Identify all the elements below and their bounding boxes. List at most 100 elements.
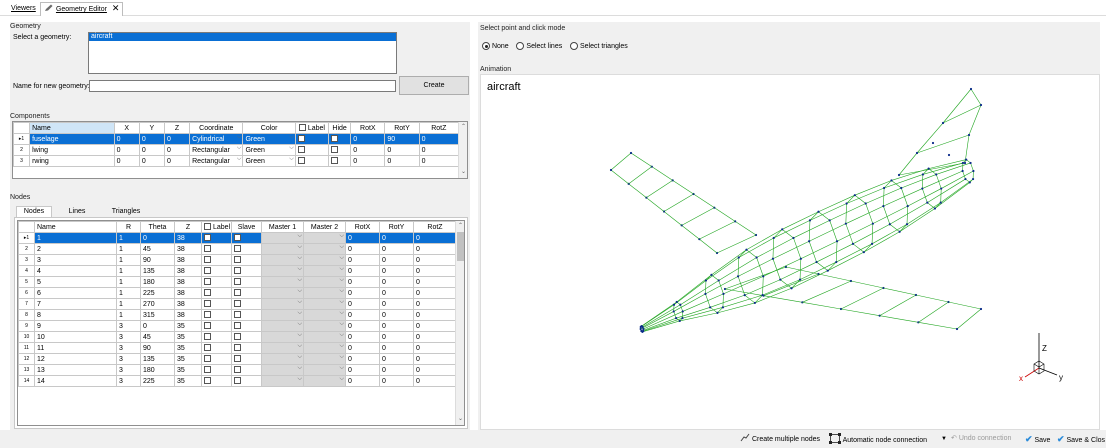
cell-name[interactable]: 2 xyxy=(34,243,117,255)
save-and-close-button[interactable]: ✔ Save & Clos xyxy=(1057,433,1105,445)
label-checkbox[interactable] xyxy=(204,278,211,285)
cell-roty[interactable]: 90 xyxy=(384,133,420,145)
wire-node[interactable] xyxy=(779,278,782,281)
chevron-down-icon[interactable]: ⌵ xyxy=(339,355,344,362)
master2-select[interactable]: ⌵ xyxy=(303,276,346,288)
slave-checkbox[interactable] xyxy=(234,322,241,329)
nodes-scrollbar[interactable]: ⌃ ⌄ xyxy=(455,221,464,425)
label-checkbox[interactable] xyxy=(204,300,211,307)
cell-z[interactable]: 35 xyxy=(174,320,202,332)
cell-z[interactable]: 38 xyxy=(174,265,202,277)
table-row[interactable]: ▸1 1 1 0 38 ⌵ ⌵ 0 0 0 xyxy=(18,232,457,244)
row-header[interactable]: ▸1 xyxy=(18,232,35,244)
cell-r[interactable]: 1 xyxy=(116,309,141,321)
cell-rotx[interactable]: 0 xyxy=(345,243,380,255)
cell-x[interactable]: 0 xyxy=(113,155,140,167)
wire-node[interactable] xyxy=(641,325,644,329)
scroll-up-icon[interactable]: ⌃ xyxy=(456,222,464,231)
cell-z[interactable]: 38 xyxy=(174,298,202,310)
master2-select[interactable]: ⌵ xyxy=(303,287,346,299)
column-header-rotx[interactable]: RotX xyxy=(350,122,386,134)
label-checkbox[interactable] xyxy=(204,289,211,296)
label-checkbox[interactable] xyxy=(297,146,305,153)
row-header[interactable]: 12 xyxy=(18,353,35,365)
column-header-hide[interactable]: Hide xyxy=(328,122,352,134)
cell-rotx[interactable]: 0 xyxy=(345,331,380,343)
wire-node[interactable] xyxy=(753,301,756,305)
cell-z[interactable]: 35 xyxy=(174,375,202,387)
hide-checkbox[interactable] xyxy=(331,157,339,164)
cell-rotz[interactable]: 0 xyxy=(413,320,457,332)
cell-rotz[interactable]: 0 xyxy=(418,155,460,167)
slave-checkbox[interactable] xyxy=(234,256,241,263)
animation-viewport[interactable]: aircraft Z y x xyxy=(480,74,1100,430)
label-checkbox[interactable] xyxy=(204,234,211,241)
label-checkbox[interactable] xyxy=(204,245,211,252)
cell-rotx[interactable]: 0 xyxy=(345,353,380,365)
wire-node[interactable] xyxy=(969,87,973,91)
wire-node[interactable] xyxy=(972,169,975,173)
wire-node[interactable] xyxy=(898,230,901,233)
cell-y[interactable]: 0 xyxy=(138,144,165,156)
cell-rotx[interactable]: 0 xyxy=(350,133,386,145)
radio-none-indicator[interactable] xyxy=(482,42,490,50)
master1-select[interactable]: ⌵ xyxy=(261,331,304,343)
table-row[interactable]: 5 5 1 180 38 ⌵ ⌵ 0 0 0 xyxy=(18,276,457,288)
column-header-name[interactable]: Name xyxy=(29,122,115,134)
chevron-down-icon[interactable]: ⌵ xyxy=(339,366,344,373)
wire-node[interactable] xyxy=(681,317,684,320)
wire-node[interactable] xyxy=(906,205,909,208)
cell-name[interactable]: 12 xyxy=(34,353,117,365)
wire-node[interactable] xyxy=(678,319,681,323)
wire-node[interactable] xyxy=(781,228,784,231)
label-checkbox[interactable] xyxy=(204,311,211,318)
tab-geometry-editor[interactable]: Geometry Editor ✕ xyxy=(40,2,124,16)
wire-node[interactable] xyxy=(675,300,678,304)
chevron-down-icon[interactable]: ⌵ xyxy=(297,300,302,307)
row-header[interactable]: 9 xyxy=(18,320,35,332)
column-header-r[interactable]: R xyxy=(116,221,141,233)
cell-rotx[interactable]: 0 xyxy=(350,144,386,156)
wire-node[interactable] xyxy=(721,306,725,309)
chevron-down-icon[interactable]: ⌵ xyxy=(237,157,242,164)
master1-select[interactable]: ⌵ xyxy=(261,375,304,387)
wire-node[interactable] xyxy=(815,260,818,264)
cell-roty[interactable]: 0 xyxy=(379,364,414,376)
cell-roty[interactable]: 0 xyxy=(379,254,414,266)
table-row[interactable]: 13 13 3 180 35 ⌵ ⌵ 0 0 0 xyxy=(18,364,457,376)
scroll-up-icon[interactable]: ⌃ xyxy=(459,123,467,132)
wire-node[interactable] xyxy=(808,240,811,243)
aircraft-wireframe[interactable] xyxy=(481,75,1101,431)
column-header-rotz[interactable]: RotZ xyxy=(418,122,460,134)
select-all-label-checkbox[interactable] xyxy=(298,124,306,131)
slave-checkbox[interactable] xyxy=(234,344,241,351)
cell-roty[interactable]: 0 xyxy=(379,243,414,255)
label-checkbox[interactable] xyxy=(204,267,211,274)
chevron-down-icon[interactable]: ⌵ xyxy=(297,377,302,384)
table-row[interactable]: 3 rwing 0 0 0 Rectangular ⌵ Green ⌵ 0 0 0 xyxy=(13,155,460,167)
wire-node[interactable] xyxy=(790,287,793,290)
cell-rotz[interactable]: 0 xyxy=(413,254,457,266)
chevron-down-icon[interactable]: ⌵ xyxy=(297,355,302,362)
radio-none[interactable]: None xyxy=(482,42,509,50)
wire-node[interactable] xyxy=(851,242,855,245)
wire-node[interactable] xyxy=(629,151,633,155)
geometry-list-item[interactable]: aircraft xyxy=(89,33,396,41)
cell-theta[interactable]: 0 xyxy=(140,320,175,332)
wire-node[interactable] xyxy=(755,256,758,259)
chevron-down-icon[interactable]: ⌵ xyxy=(237,146,242,153)
cell-roty[interactable]: 0 xyxy=(384,144,420,156)
table-row[interactable]: ▸1 fuselage 0 0 0 Cylindrical ⌵ Green ⌵ 0 90 0 xyxy=(13,133,460,145)
cell-r[interactable]: 3 xyxy=(116,331,141,343)
master2-select[interactable]: ⌵ xyxy=(303,265,346,277)
cell-rotz[interactable]: 0 xyxy=(413,232,457,244)
cell-z[interactable]: 38 xyxy=(174,287,202,299)
geometry-listbox[interactable]: aircraft xyxy=(88,32,397,74)
wire-node[interactable] xyxy=(971,177,975,181)
cell-roty[interactable]: 0 xyxy=(379,353,414,365)
cell-x[interactable]: 0 xyxy=(113,133,140,145)
wire-node[interactable] xyxy=(947,153,951,157)
label-checkbox[interactable] xyxy=(204,256,211,263)
wire-node[interactable] xyxy=(704,292,707,295)
wire-node[interactable] xyxy=(940,187,943,190)
